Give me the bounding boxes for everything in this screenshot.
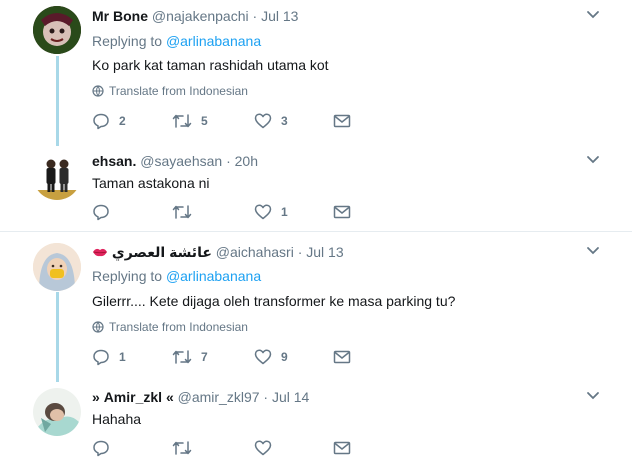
like-count: 1 <box>281 205 288 219</box>
reply-count: 1 <box>119 350 126 364</box>
like-button[interactable]: 3 <box>254 112 288 130</box>
heart-icon <box>254 349 272 365</box>
direct-message-button[interactable] <box>333 203 351 221</box>
username[interactable]: @aichahasri <box>216 244 294 260</box>
reply-icon <box>93 204 109 221</box>
display-name[interactable]: Amir_zkl <box>104 389 162 405</box>
like-button[interactable] <box>254 439 281 457</box>
double-chevron-right-icon: » <box>92 389 100 405</box>
reply-icon <box>93 349 109 366</box>
chevron-down-icon[interactable] <box>586 244 600 263</box>
retweet-count: 5 <box>201 114 208 128</box>
avatar-image <box>33 243 81 291</box>
retweet-icon <box>172 441 192 455</box>
heart-icon <box>254 204 272 220</box>
tweet-header: Mr Bone @najakenpachi · Jul 13 <box>92 7 298 25</box>
retweet-icon <box>172 114 192 128</box>
reply-icon <box>93 113 109 130</box>
envelope-icon <box>333 350 351 364</box>
avatar-image <box>33 388 81 436</box>
retweet-icon <box>172 350 192 364</box>
separator-dot: · <box>263 389 269 405</box>
heart-icon <box>254 113 272 129</box>
thread-line <box>56 56 59 146</box>
envelope-icon <box>333 205 351 219</box>
tweet-text: Gilerrr.... Kete dijaga oleh transformer… <box>92 293 456 309</box>
tweet-divider <box>0 231 632 232</box>
envelope-icon <box>333 114 351 128</box>
like-count: 3 <box>281 114 288 128</box>
globe-icon <box>92 85 104 97</box>
retweet-icon <box>172 205 192 219</box>
timestamp[interactable]: Jul 13 <box>261 8 298 24</box>
replying-to: Replying to @arlinabanana <box>92 268 261 284</box>
translate-label[interactable]: Translate from Indonesian <box>109 320 248 334</box>
username[interactable]: @sayaehsan <box>140 153 222 169</box>
display-name[interactable]: عائشة العصري <box>112 244 212 260</box>
timestamp[interactable]: Jul 14 <box>272 389 309 405</box>
direct-message-button[interactable] <box>333 348 351 366</box>
retweet-button[interactable] <box>172 439 201 457</box>
direct-message-button[interactable] <box>333 439 351 457</box>
chevron-down-icon[interactable] <box>586 389 600 408</box>
tweet[interactable]: Mr Bone @najakenpachi · Jul 13 Replying … <box>0 0 632 230</box>
separator-dot: · <box>297 244 303 260</box>
avatar-image <box>33 6 81 54</box>
double-chevron-left-icon: « <box>165 389 174 405</box>
retweet-button[interactable]: 7 <box>172 348 208 366</box>
retweet-button[interactable]: 5 <box>172 112 208 130</box>
translate-label[interactable]: Translate from Indonesian <box>109 84 248 98</box>
retweet-count: 7 <box>201 350 208 364</box>
replying-prefix: Replying to <box>92 268 163 284</box>
separator-dot: · <box>252 8 258 24</box>
translate-link[interactable]: Translate from Indonesian <box>92 84 248 98</box>
tweet-header: ehsan. @sayaehsan · 20h <box>92 152 258 170</box>
timestamp[interactable]: Jul 13 <box>306 244 343 260</box>
reply-button[interactable]: 2 <box>92 112 126 130</box>
tweet-header: » Amir_zkl « @amir_zkl97 · Jul 14 <box>92 388 309 406</box>
replying-to-link[interactable]: @arlinabanana <box>166 33 261 49</box>
reply-button[interactable] <box>92 203 119 221</box>
tweet-text: Hahaha <box>92 411 142 427</box>
replying-to: Replying to @arlinabanana <box>92 33 261 49</box>
direct-message-button[interactable] <box>333 112 351 130</box>
chevron-down-icon[interactable] <box>586 8 600 27</box>
username[interactable]: @najakenpachi <box>152 8 249 24</box>
avatar[interactable] <box>33 243 81 291</box>
lips-icon <box>92 244 108 262</box>
retweet-button[interactable] <box>172 203 201 221</box>
display-name[interactable]: Mr Bone <box>92 8 148 24</box>
avatar[interactable] <box>33 6 81 54</box>
display-name[interactable]: ehsan. <box>92 153 136 169</box>
reply-icon <box>93 440 109 457</box>
tweet-header: عائشة العصري @aichahasri · Jul 13 <box>92 243 344 262</box>
reply-button[interactable] <box>92 439 119 457</box>
timestamp[interactable]: 20h <box>235 153 258 169</box>
like-button[interactable]: 1 <box>254 203 288 221</box>
like-count: 9 <box>281 350 288 364</box>
replying-prefix: Replying to <box>92 33 163 49</box>
like-button[interactable]: 9 <box>254 348 288 366</box>
translate-link[interactable]: Translate from Indonesian <box>92 320 248 334</box>
avatar-image <box>33 152 81 200</box>
tweet-text: Taman astakona ni <box>92 175 210 191</box>
tweet-text: Ko park kat taman rashidah utama kot <box>92 57 329 73</box>
thread-line <box>56 292 59 382</box>
reply-count: 2 <box>119 114 126 128</box>
globe-icon <box>92 321 104 333</box>
reply-button[interactable]: 1 <box>92 348 126 366</box>
avatar[interactable] <box>33 152 81 200</box>
heart-icon <box>254 440 272 456</box>
envelope-icon <box>333 441 351 455</box>
separator-dot: · <box>226 153 231 169</box>
chevron-down-icon[interactable] <box>586 153 600 172</box>
avatar[interactable] <box>33 388 81 436</box>
replying-to-link[interactable]: @arlinabanana <box>166 268 261 284</box>
username[interactable]: @amir_zkl97 <box>178 389 260 405</box>
